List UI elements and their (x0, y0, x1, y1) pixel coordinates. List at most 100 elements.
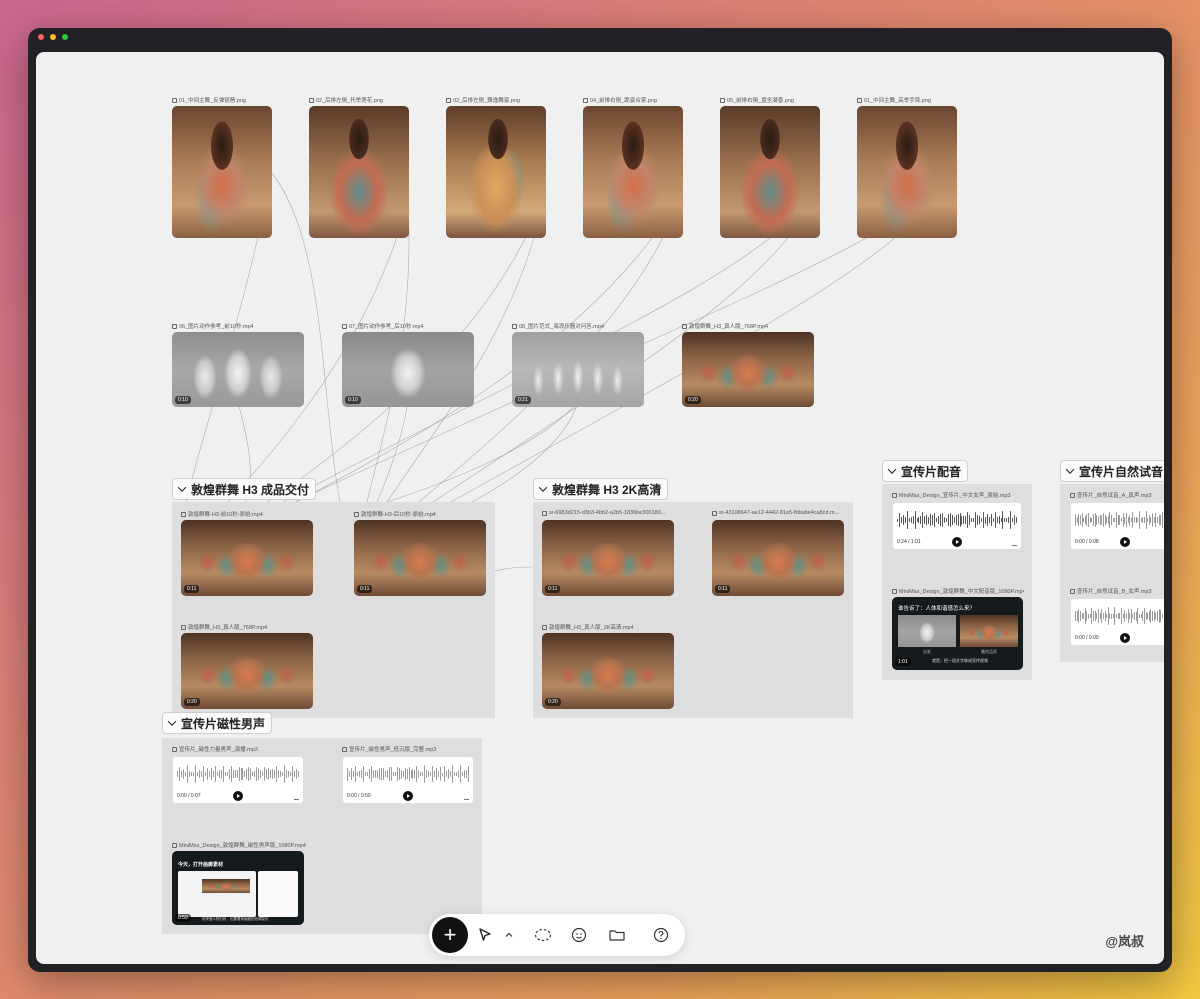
group-title-natural[interactable]: 宣传片自然试音 (1060, 460, 1164, 482)
play-icon[interactable] (233, 791, 243, 801)
audio-time: 0:00 / 0:09 (1075, 635, 1099, 641)
image-thumbnail[interactable] (857, 106, 957, 238)
duration-badge: 0:21 (515, 396, 531, 404)
video-frame-right (960, 615, 1018, 647)
image-thumbnail[interactable] (309, 106, 409, 238)
folder-icon[interactable] (607, 925, 627, 945)
chevron-down-icon[interactable] (1065, 465, 1075, 474)
zoom-window-button[interactable] (62, 34, 68, 40)
minimize-window-button[interactable] (50, 34, 56, 40)
bottom-toolbar: + (429, 914, 685, 956)
duration-badge: 0:59 (175, 914, 191, 922)
video-file-icon (181, 511, 186, 517)
audio-file-icon (172, 746, 177, 752)
audio-time: 0:00 / 0:08 (1075, 539, 1099, 545)
help-icon[interactable] (651, 925, 671, 945)
video-frame-left-label: 出发 (923, 649, 931, 654)
image-file-icon (720, 97, 725, 103)
video-thumbnail[interactable]: 0:11 (354, 520, 486, 596)
video-file-icon (172, 323, 177, 329)
audio-player[interactable]: 0:24 / 1:01 (892, 502, 1022, 550)
audio-file-icon (1070, 588, 1075, 594)
close-window-button[interactable] (38, 34, 44, 40)
play-icon[interactable] (403, 791, 413, 801)
chevron-down-icon[interactable] (177, 483, 187, 492)
video-thumbnail[interactable]: 0:20 (181, 633, 313, 709)
duration-badge: 0:20 (545, 698, 561, 706)
duration-badge: 0:11 (715, 585, 731, 593)
file-name: 05_前排右侧_盘坐凝香.png (720, 96, 820, 104)
download-icon[interactable] (1012, 541, 1017, 546)
file-name: sr-43108647-ae12-4442-81e5-fbbabe4ca8cd.… (712, 510, 844, 516)
audio-player[interactable]: 0:00 / 0:07 (172, 756, 304, 804)
video-file-icon (542, 510, 547, 516)
file-name: 07_图片动作参考_后10秒.mp4 (342, 322, 474, 330)
group-title-deliver[interactable]: 敦煌群舞 H3 成品交付 (172, 478, 317, 500)
audio-player[interactable]: 0:00 / 0:09 (1070, 598, 1164, 646)
duration-badge: 0:10 (175, 396, 191, 404)
image-thumbnail[interactable] (446, 106, 546, 238)
video-thumbnail[interactable]: 谁告诉了：人体和谐感怎么来？ 出发 最终品质 就是，把一段文字做成宣传视频 1:… (892, 597, 1023, 670)
app-window: 01_中间主舞_反弹琵琶.png 02_后排左侧_托举莲花.png 03_后排左… (28, 28, 1172, 972)
duration-badge: 0:11 (184, 585, 200, 593)
video-thumbnail[interactable]: 0:10 (172, 332, 304, 407)
video-file-icon (682, 323, 687, 329)
video-file-icon (342, 323, 347, 329)
image-thumbnail[interactable] (720, 106, 820, 238)
file-name: 敦煌群舞-H3-后10秒-原始.mp4 (354, 510, 486, 518)
window-controls (38, 34, 68, 40)
group-title-narration[interactable]: 宣传片配音 (882, 460, 969, 482)
file-name: MiniMax_Design_敦煌群舞_中文配音版_1080P.mp4 (892, 587, 1024, 595)
chevron-down-icon[interactable] (538, 483, 548, 492)
video-thumbnail[interactable]: 0:21 (512, 332, 644, 407)
waveform[interactable] (1075, 605, 1164, 627)
chevron-down-icon[interactable] (887, 465, 897, 474)
group-title-2k[interactable]: 敦煌群舞 H3 2K高清 (533, 478, 669, 500)
duration-badge: 0:10 (345, 396, 361, 404)
video-thumbnail[interactable]: 0:11 (712, 520, 844, 596)
video-file-icon (172, 842, 177, 848)
group-title-male[interactable]: 宣传片磁性男声 (162, 712, 273, 734)
video-thumbnail[interactable]: 0:10 (342, 332, 474, 407)
duration-badge: 0:20 (685, 396, 701, 404)
download-icon[interactable] (294, 795, 299, 800)
waveform[interactable] (897, 509, 1017, 531)
lasso-icon[interactable] (533, 925, 553, 945)
waveform[interactable] (177, 763, 299, 785)
video-frame-left (898, 615, 956, 647)
audio-time: 0:00 / 0:07 (177, 793, 201, 799)
audio-time: 0:00 / 0:59 (347, 793, 371, 799)
play-icon[interactable] (1120, 537, 1130, 547)
add-button[interactable]: + (432, 917, 468, 953)
video-title: 今天，打开画廊素材 (178, 862, 224, 868)
video-screen-panel (178, 871, 256, 917)
waveform[interactable] (1075, 509, 1164, 531)
audio-file-icon (342, 746, 347, 752)
file-name: MiniMax_Design_敦煌群舞_磁性男声版_1080P.mp4 (172, 841, 332, 849)
play-icon[interactable] (1120, 633, 1130, 643)
video-thumbnail[interactable]: 0:20 (542, 633, 674, 709)
chevron-up-icon[interactable] (503, 925, 515, 945)
video-thumbnail[interactable]: 0:11 (181, 520, 313, 596)
audio-player[interactable]: 0:00 / 0:59 (342, 756, 474, 804)
video-frame-right-label: 最终品质 (981, 649, 997, 654)
pointer-icon[interactable] (475, 925, 495, 945)
canvas[interactable]: 01_中间主舞_反弹琵琶.png 02_后排左侧_托举莲花.png 03_后排左… (36, 52, 1164, 964)
audio-player[interactable]: 0:00 / 0:08 (1070, 502, 1164, 550)
chevron-down-icon[interactable] (167, 717, 177, 726)
video-thumbnail[interactable]: 今天，打开画廊素材 用来做人物分析，也要看到画面的色调变化 0:59 (172, 851, 304, 925)
video-thumbnail[interactable]: 0:20 (682, 332, 814, 407)
file-name: 敦煌群舞_H3_真人版_768P.mp4 (682, 322, 814, 330)
image-thumbnail[interactable] (583, 106, 683, 238)
video-thumbnail[interactable]: 0:11 (542, 520, 674, 596)
image-file-icon (172, 97, 177, 103)
file-name: 宣传片_磁性力量男声_演播.mp3 (172, 745, 304, 753)
video-text-panel (258, 871, 298, 917)
sticker-icon[interactable] (569, 925, 589, 945)
waveform[interactable] (347, 763, 469, 785)
play-icon[interactable] (952, 537, 962, 547)
file-name: 宣传片_磁性男声_低沉版_完整.mp3 (342, 745, 474, 753)
image-thumbnail[interactable] (172, 106, 272, 238)
video-frame (202, 879, 250, 893)
download-icon[interactable] (464, 795, 469, 800)
